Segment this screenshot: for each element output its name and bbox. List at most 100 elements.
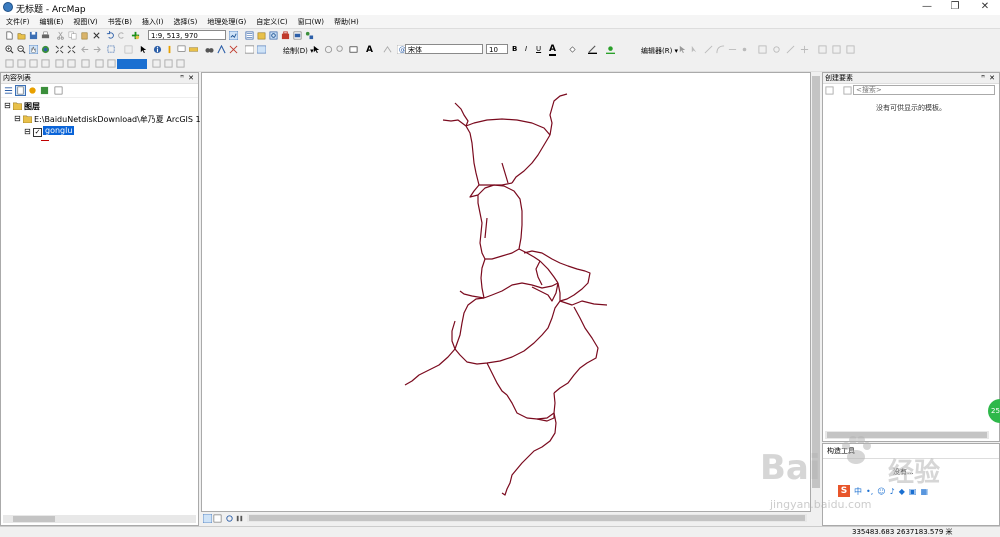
open-folder-icon[interactable] xyxy=(17,31,26,40)
edit-tool-icon[interactable] xyxy=(678,45,687,54)
back-extent-icon[interactable] xyxy=(81,45,90,54)
ime-voice-icon[interactable]: ♪ xyxy=(890,487,895,496)
layer-name-gonglu[interactable]: gonglu xyxy=(43,126,75,135)
trace-icon[interactable] xyxy=(728,45,737,54)
line-color-icon[interactable] xyxy=(588,45,597,54)
toc-close-icon[interactable]: ✕ xyxy=(188,73,194,83)
layout-fixed-zoom-icon[interactable] xyxy=(67,59,76,68)
menu-help[interactable]: 帮助(H) xyxy=(328,15,363,28)
measure-icon[interactable] xyxy=(189,45,198,54)
font-family-combo[interactable]: 宋体 xyxy=(405,44,483,54)
full-extent-icon[interactable] xyxy=(41,45,50,54)
font-color-icon[interactable]: A xyxy=(549,44,556,56)
pin-icon[interactable]: ꟸ xyxy=(180,73,184,83)
map-vertical-scroll-thumb[interactable] xyxy=(812,76,820,488)
focus-frame-icon[interactable] xyxy=(107,59,116,68)
minimize-button[interactable]: — xyxy=(912,0,942,15)
menu-file[interactable]: 文件(F) xyxy=(0,15,34,28)
zoom-out-icon[interactable] xyxy=(17,45,26,54)
rectangle-icon[interactable] xyxy=(349,45,358,54)
editor-toolbar-icon[interactable] xyxy=(229,31,238,40)
add-data-icon[interactable] xyxy=(131,31,140,40)
underline-button[interactable]: U xyxy=(536,45,541,53)
fixed-zoom-in-icon[interactable] xyxy=(55,45,64,54)
save-icon[interactable] xyxy=(29,31,38,40)
rotate-feature-icon[interactable] xyxy=(772,45,781,54)
ime-toolbox-icon[interactable]: ▣ xyxy=(909,487,917,496)
italic-button[interactable]: I xyxy=(525,45,527,53)
sketch-properties-icon[interactable] xyxy=(832,45,841,54)
arctoolbox-icon[interactable] xyxy=(281,31,290,40)
filter-icon[interactable] xyxy=(843,86,852,95)
layer-visibility-checkbox[interactable]: ✓ xyxy=(33,128,42,137)
data-driven-pages-icon[interactable] xyxy=(164,59,173,68)
organize-templates-icon[interactable] xyxy=(825,86,834,95)
map-view[interactable] xyxy=(201,72,811,512)
fixed-zoom-out-icon[interactable] xyxy=(67,45,76,54)
data-view-icon[interactable] xyxy=(203,514,212,523)
refresh-icon[interactable] xyxy=(225,514,234,523)
pan-icon[interactable] xyxy=(29,45,38,54)
create-features-pin-icon[interactable]: ꟸ xyxy=(981,73,985,83)
clear-selection-icon[interactable] xyxy=(124,45,133,54)
cut-polygons-icon[interactable] xyxy=(786,45,795,54)
marker-color-icon[interactable] xyxy=(606,45,615,54)
identify-icon[interactable] xyxy=(153,45,162,54)
new-document-icon[interactable] xyxy=(5,31,14,40)
ime-menu-icon[interactable]: ▦ xyxy=(920,487,928,496)
menu-edit[interactable]: 编辑(E) xyxy=(34,15,68,28)
toc-horizontal-scrollbar[interactable] xyxy=(3,515,196,523)
find-route-icon[interactable] xyxy=(217,45,226,54)
menu-customize[interactable]: 自定义(C) xyxy=(250,15,291,28)
copy-icon[interactable] xyxy=(68,31,77,40)
draw-select-icon[interactable] xyxy=(312,45,321,54)
ime-emoji-icon[interactable]: ☺ xyxy=(877,487,885,496)
reshape-icon[interactable] xyxy=(800,45,809,54)
workspace-path[interactable]: E:\BaiduNetdiskDownload\牟乃夏 ArcGIS 10 xyxy=(34,114,206,125)
time-slider-icon[interactable] xyxy=(245,45,254,54)
zoom-in-icon[interactable] xyxy=(5,45,14,54)
text-tool-icon[interactable]: A xyxy=(366,45,373,55)
bold-button[interactable]: B xyxy=(512,45,517,53)
zoom-to-selected-icon[interactable] xyxy=(336,45,345,54)
fill-color-icon[interactable] xyxy=(568,45,577,54)
layout-view-icon[interactable] xyxy=(213,514,222,523)
map-horizontal-scrollbar[interactable] xyxy=(247,514,807,522)
catalog-icon[interactable] xyxy=(257,31,266,40)
edit-annotation-icon[interactable] xyxy=(690,45,699,54)
layers-root-label[interactable]: 图层 xyxy=(24,101,40,112)
split-icon[interactable] xyxy=(758,45,767,54)
python-window-icon[interactable] xyxy=(293,31,302,40)
menu-insert[interactable]: 插入(I) xyxy=(136,15,168,28)
paste-icon[interactable] xyxy=(80,31,89,40)
search-window-icon[interactable] xyxy=(269,31,278,40)
create-features-icon[interactable] xyxy=(846,45,855,54)
find-icon[interactable] xyxy=(205,45,214,54)
map-vertical-scrollbar[interactable] xyxy=(811,72,821,512)
table-of-contents-icon[interactable] xyxy=(245,31,254,40)
ime-skin-icon[interactable]: ◆ xyxy=(899,487,905,496)
font-size-combo[interactable]: 10 xyxy=(486,44,508,54)
cut-icon[interactable] xyxy=(56,31,65,40)
attributes-icon[interactable] xyxy=(818,45,827,54)
menu-windows[interactable]: 窗口(W) xyxy=(292,15,328,28)
ime-punctuation-icon[interactable]: •, xyxy=(866,487,873,496)
sogou-ime-icon[interactable]: S xyxy=(838,485,850,497)
toc-scroll-thumb[interactable] xyxy=(13,516,55,522)
editor-menu[interactable]: 编辑器(R) ▾ xyxy=(641,46,678,56)
layout-pan-icon[interactable] xyxy=(29,59,38,68)
modelbuilder-icon[interactable] xyxy=(305,31,314,40)
redo-icon[interactable] xyxy=(117,31,126,40)
change-layout-icon[interactable] xyxy=(152,59,161,68)
list-by-source-icon[interactable] xyxy=(15,85,26,96)
html-popup-icon[interactable] xyxy=(177,45,186,54)
pause-drawing-icon[interactable] xyxy=(235,514,244,523)
zoom-100-icon[interactable] xyxy=(55,59,64,68)
endpoint-arc-icon[interactable] xyxy=(716,45,725,54)
expand-layer-icon[interactable]: ⊟ xyxy=(24,127,31,136)
expand-layers-icon[interactable]: ⊟ xyxy=(4,101,11,110)
hyperlink-icon[interactable] xyxy=(165,45,174,54)
select-by-rectangle-icon[interactable] xyxy=(107,45,116,54)
map-horizontal-scroll-thumb[interactable] xyxy=(249,515,805,521)
close-button[interactable]: ✕ xyxy=(970,0,1000,15)
